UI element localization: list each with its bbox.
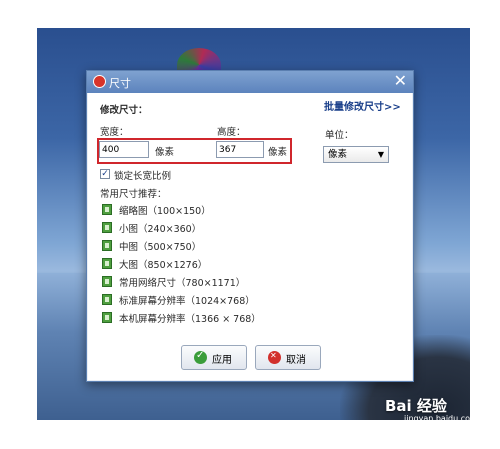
- apply-button[interactable]: 应用: [181, 345, 247, 370]
- unit-select-value: 像素: [328, 149, 348, 160]
- preset-label: 缩略图（100×150）: [119, 206, 211, 217]
- preset-item[interactable]: 中图（500×750）: [102, 239, 274, 253]
- preset-label: 大图（850×1276）: [119, 260, 208, 271]
- lock-ratio-checkbox[interactable]: ✓: [100, 169, 110, 179]
- chevron-down-icon: ▼: [377, 150, 384, 159]
- preset-label: 标准屏幕分辨率（1024×768）: [119, 296, 255, 307]
- app-icon: [93, 75, 106, 88]
- preset-label: 中图（500×750）: [119, 242, 202, 253]
- checkmark-icon: [194, 350, 207, 364]
- image-icon: [102, 240, 112, 251]
- preset-item[interactable]: 本机屏幕分辨率（1366 × 768）: [102, 311, 274, 325]
- image-icon: [102, 258, 112, 269]
- cancel-icon: [268, 351, 281, 364]
- preset-label: 本机屏幕分辨率（1366 × 768）: [119, 314, 261, 325]
- watermark-brand: Bai 经验: [385, 397, 447, 415]
- width-label: 宽度：: [100, 127, 129, 138]
- preset-item[interactable]: 大图（850×1276）: [102, 257, 274, 271]
- width-unit: 像素: [155, 147, 175, 158]
- cancel-button[interactable]: 取消: [255, 345, 321, 370]
- height-label: 高度：: [217, 127, 246, 138]
- height-unit: 像素: [268, 147, 288, 158]
- presets-label: 常用尺寸推荐：: [100, 189, 167, 200]
- dialog-title: 尺寸: [109, 77, 131, 90]
- size-dialog: 尺寸 ✕ 修改尺寸： 批量修改尺寸>> 宽度： 高度： 单位： 400 像素 3…: [86, 70, 414, 382]
- width-input[interactable]: 400: [99, 141, 149, 158]
- lock-ratio-label[interactable]: 锁定长宽比例: [114, 168, 171, 182]
- preset-item[interactable]: 缩略图（100×150）: [102, 203, 274, 217]
- preset-label: 常用网络尺寸（780×1171）: [119, 278, 246, 289]
- apply-button-label: 应用: [212, 355, 232, 366]
- close-button[interactable]: ✕: [394, 72, 407, 90]
- dialog-titlebar[interactable]: 尺寸 ✕: [87, 71, 413, 93]
- preset-item[interactable]: 常用网络尺寸（780×1171）: [102, 275, 274, 289]
- watermark-url: jingyan.baidu.com: [404, 414, 478, 423]
- image-icon: [102, 312, 112, 323]
- image-icon: [102, 222, 112, 233]
- preset-item[interactable]: 小图（240×360）: [102, 221, 274, 235]
- image-icon: [102, 204, 112, 215]
- image-icon: [102, 276, 112, 287]
- unit-label: 单位：: [325, 130, 354, 141]
- dialog-body: 修改尺寸： 批量修改尺寸>> 宽度： 高度： 单位： 400 像素 367 像素…: [88, 93, 412, 380]
- preset-label: 小图（240×360）: [119, 224, 202, 235]
- unit-select[interactable]: 像素 ▼: [323, 146, 389, 163]
- cancel-button-label: 取消: [286, 355, 306, 366]
- section-label: 修改尺寸：: [100, 105, 148, 116]
- batch-resize-link[interactable]: 批量修改尺寸>>: [324, 98, 401, 113]
- image-icon: [102, 294, 112, 305]
- preset-item[interactable]: 标准屏幕分辨率（1024×768）: [102, 293, 274, 307]
- height-input[interactable]: 367: [216, 141, 264, 158]
